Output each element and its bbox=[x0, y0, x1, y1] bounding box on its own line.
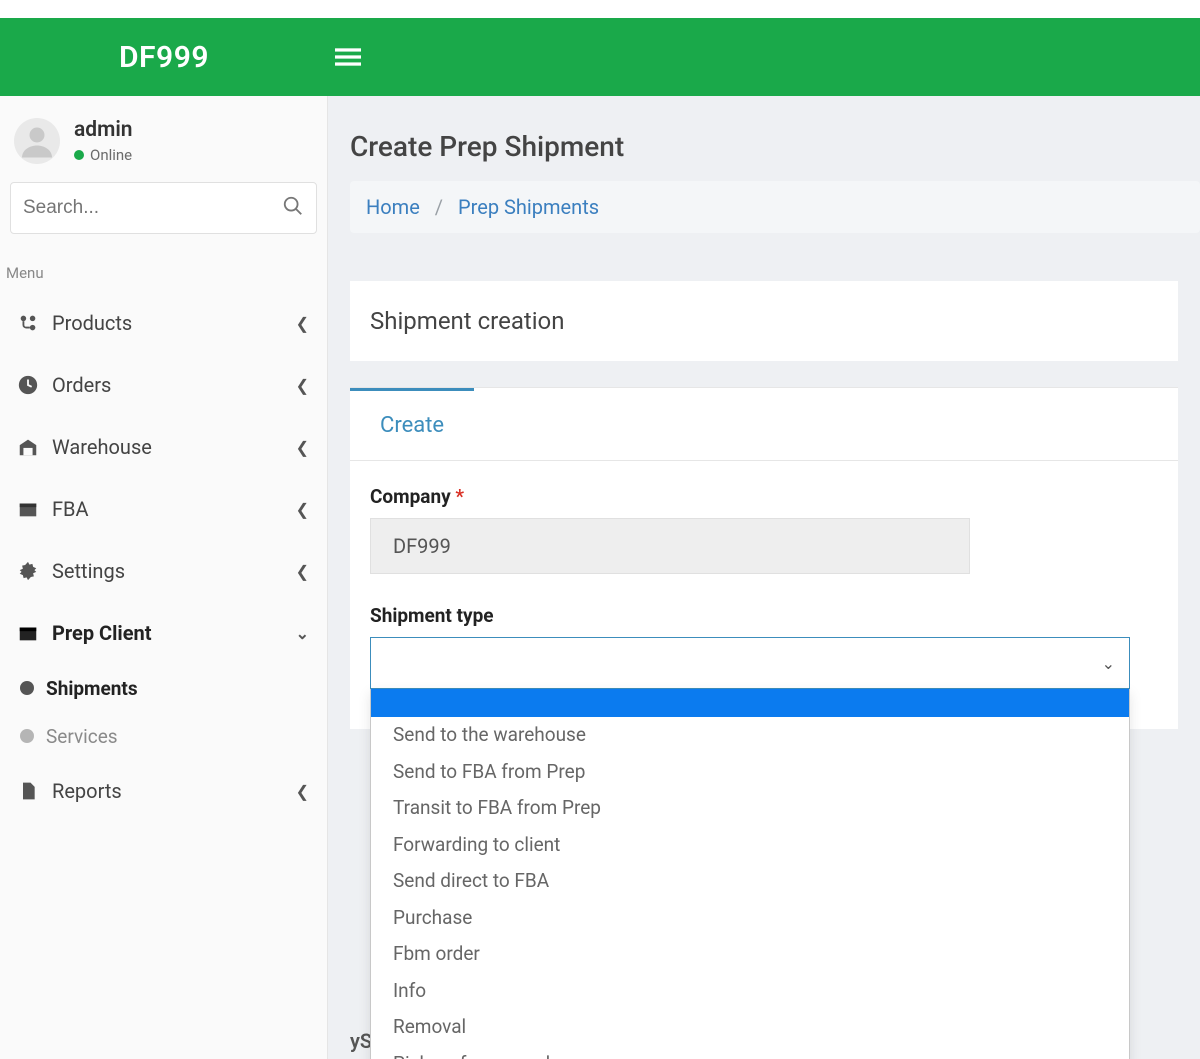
hamburger-icon bbox=[335, 44, 361, 70]
shipment-type-option[interactable]: Purchase bbox=[371, 900, 1129, 937]
tab-create-label: Create bbox=[380, 413, 444, 438]
shipment-type-option[interactable]: Send direct to FBA bbox=[371, 863, 1129, 900]
chevron-left-icon: ❮ bbox=[296, 376, 309, 395]
nav-orders-label: Orders bbox=[52, 373, 111, 397]
gear-icon bbox=[14, 560, 42, 582]
chevron-left-icon: ❮ bbox=[296, 438, 309, 457]
search-input[interactable] bbox=[23, 197, 282, 219]
main-content: Create Prep Shipment Home / Prep Shipmen… bbox=[328, 96, 1200, 1059]
shipment-type-label: Shipment type bbox=[370, 604, 1158, 627]
search-box[interactable] bbox=[10, 182, 317, 234]
shipment-type-option[interactable]: Fbm order bbox=[371, 936, 1129, 973]
subnav-shipments-label: Shipments bbox=[46, 677, 138, 700]
user-name: admin bbox=[74, 118, 133, 142]
nav-settings[interactable]: Settings ❮ bbox=[0, 540, 327, 602]
nav-fba-label: FBA bbox=[52, 497, 89, 521]
brand-slot: DF999 bbox=[0, 40, 328, 75]
tabs: Create bbox=[350, 387, 1178, 461]
chevron-left-icon: ❮ bbox=[296, 314, 309, 333]
browser-chrome bbox=[0, 0, 1200, 18]
avatar bbox=[14, 118, 60, 164]
page-title: Create Prep Shipment bbox=[328, 96, 1200, 181]
menu-section-label: Menu bbox=[0, 250, 327, 292]
user-icon bbox=[19, 123, 55, 159]
shipment-type-option[interactable]: Send to the warehouse bbox=[371, 717, 1129, 754]
shipment-type-select[interactable]: ⌄ Send to the warehouse Send to FBA from… bbox=[370, 637, 1130, 689]
company-field: DF999 bbox=[370, 518, 970, 574]
breadcrumb: Home / Prep Shipments bbox=[350, 181, 1200, 233]
form-area: Company * DF999 Shipment type ⌄ Send to … bbox=[350, 461, 1178, 729]
subnav-services-label: Services bbox=[46, 725, 118, 748]
app-header: DF999 bbox=[0, 18, 1200, 96]
breadcrumb-separator: / bbox=[425, 195, 453, 219]
chevron-left-icon: ❮ bbox=[296, 562, 309, 581]
subnav-services[interactable]: Services bbox=[0, 712, 327, 760]
nav-products[interactable]: Products ❮ bbox=[0, 292, 327, 354]
chevron-down-icon: ⌄ bbox=[296, 624, 309, 643]
nav-warehouse[interactable]: Warehouse ❮ bbox=[0, 416, 327, 478]
company-label: Company * bbox=[370, 485, 1158, 508]
nav-reports[interactable]: Reports ❮ bbox=[0, 760, 327, 822]
subnav-shipments[interactable]: Shipments bbox=[0, 664, 327, 712]
hamburger-menu-button[interactable] bbox=[328, 37, 368, 77]
nav-settings-label: Settings bbox=[52, 559, 125, 583]
nav: Products ❮ Orders ❮ Warehouse ❮ bbox=[0, 292, 327, 822]
nav-prep-client-label: Prep Client bbox=[52, 621, 152, 645]
breadcrumb-current[interactable]: Prep Shipments bbox=[458, 195, 599, 219]
shipment-type-option[interactable]: Transit to FBA from Prep bbox=[371, 790, 1129, 827]
panel-title: Shipment creation bbox=[370, 307, 565, 335]
panel-shipment-creation: Shipment creation bbox=[350, 281, 1178, 361]
shipment-type-option[interactable]: Send to FBA from Prep bbox=[371, 754, 1129, 791]
shipment-type-display[interactable]: ⌄ bbox=[370, 637, 1130, 689]
chevron-down-icon: ⌄ bbox=[1102, 654, 1115, 673]
status-dot-icon bbox=[74, 150, 84, 160]
user-status: Online bbox=[74, 146, 133, 164]
archive-icon bbox=[14, 622, 42, 644]
nav-products-label: Products bbox=[52, 311, 132, 335]
brand-text: DF999 bbox=[119, 40, 209, 75]
user-block: admin Online bbox=[0, 96, 327, 182]
nav-reports-label: Reports bbox=[52, 779, 122, 803]
nav-warehouse-label: Warehouse bbox=[52, 435, 152, 459]
clock-icon bbox=[14, 374, 42, 396]
sidebar: admin Online Menu Products bbox=[0, 96, 328, 1059]
file-icon bbox=[14, 780, 42, 802]
chevron-left-icon: ❮ bbox=[296, 782, 309, 801]
products-icon bbox=[14, 312, 42, 334]
chevron-left-icon: ❮ bbox=[296, 500, 309, 519]
box-icon bbox=[14, 498, 42, 520]
search-icon[interactable] bbox=[282, 195, 304, 221]
nav-prep-client[interactable]: Prep Client ⌄ bbox=[0, 602, 327, 664]
shipment-type-option[interactable]: Removal bbox=[371, 1009, 1129, 1046]
bullet-icon bbox=[20, 681, 34, 695]
required-asterisk: * bbox=[455, 485, 464, 508]
prep-client-submenu: Shipments Services bbox=[0, 664, 327, 760]
shipment-type-option[interactable]: Forwarding to client bbox=[371, 827, 1129, 864]
shipment-type-option[interactable]: Info bbox=[371, 973, 1129, 1010]
warehouse-icon bbox=[14, 436, 42, 458]
tab-create[interactable]: Create bbox=[350, 388, 474, 460]
nav-orders[interactable]: Orders ❮ bbox=[0, 354, 327, 416]
shipment-type-option[interactable] bbox=[371, 689, 1129, 717]
breadcrumb-home[interactable]: Home bbox=[366, 195, 420, 219]
bullet-icon bbox=[20, 729, 34, 743]
company-label-text: Company bbox=[370, 485, 451, 508]
shipment-type-option[interactable]: Pick up from warehouse bbox=[371, 1046, 1129, 1059]
nav-fba[interactable]: FBA ❮ bbox=[0, 478, 327, 540]
company-value: DF999 bbox=[393, 534, 451, 558]
user-status-text: Online bbox=[90, 146, 132, 164]
shipment-type-dropdown: Send to the warehouse Send to FBA from P… bbox=[370, 689, 1130, 1059]
